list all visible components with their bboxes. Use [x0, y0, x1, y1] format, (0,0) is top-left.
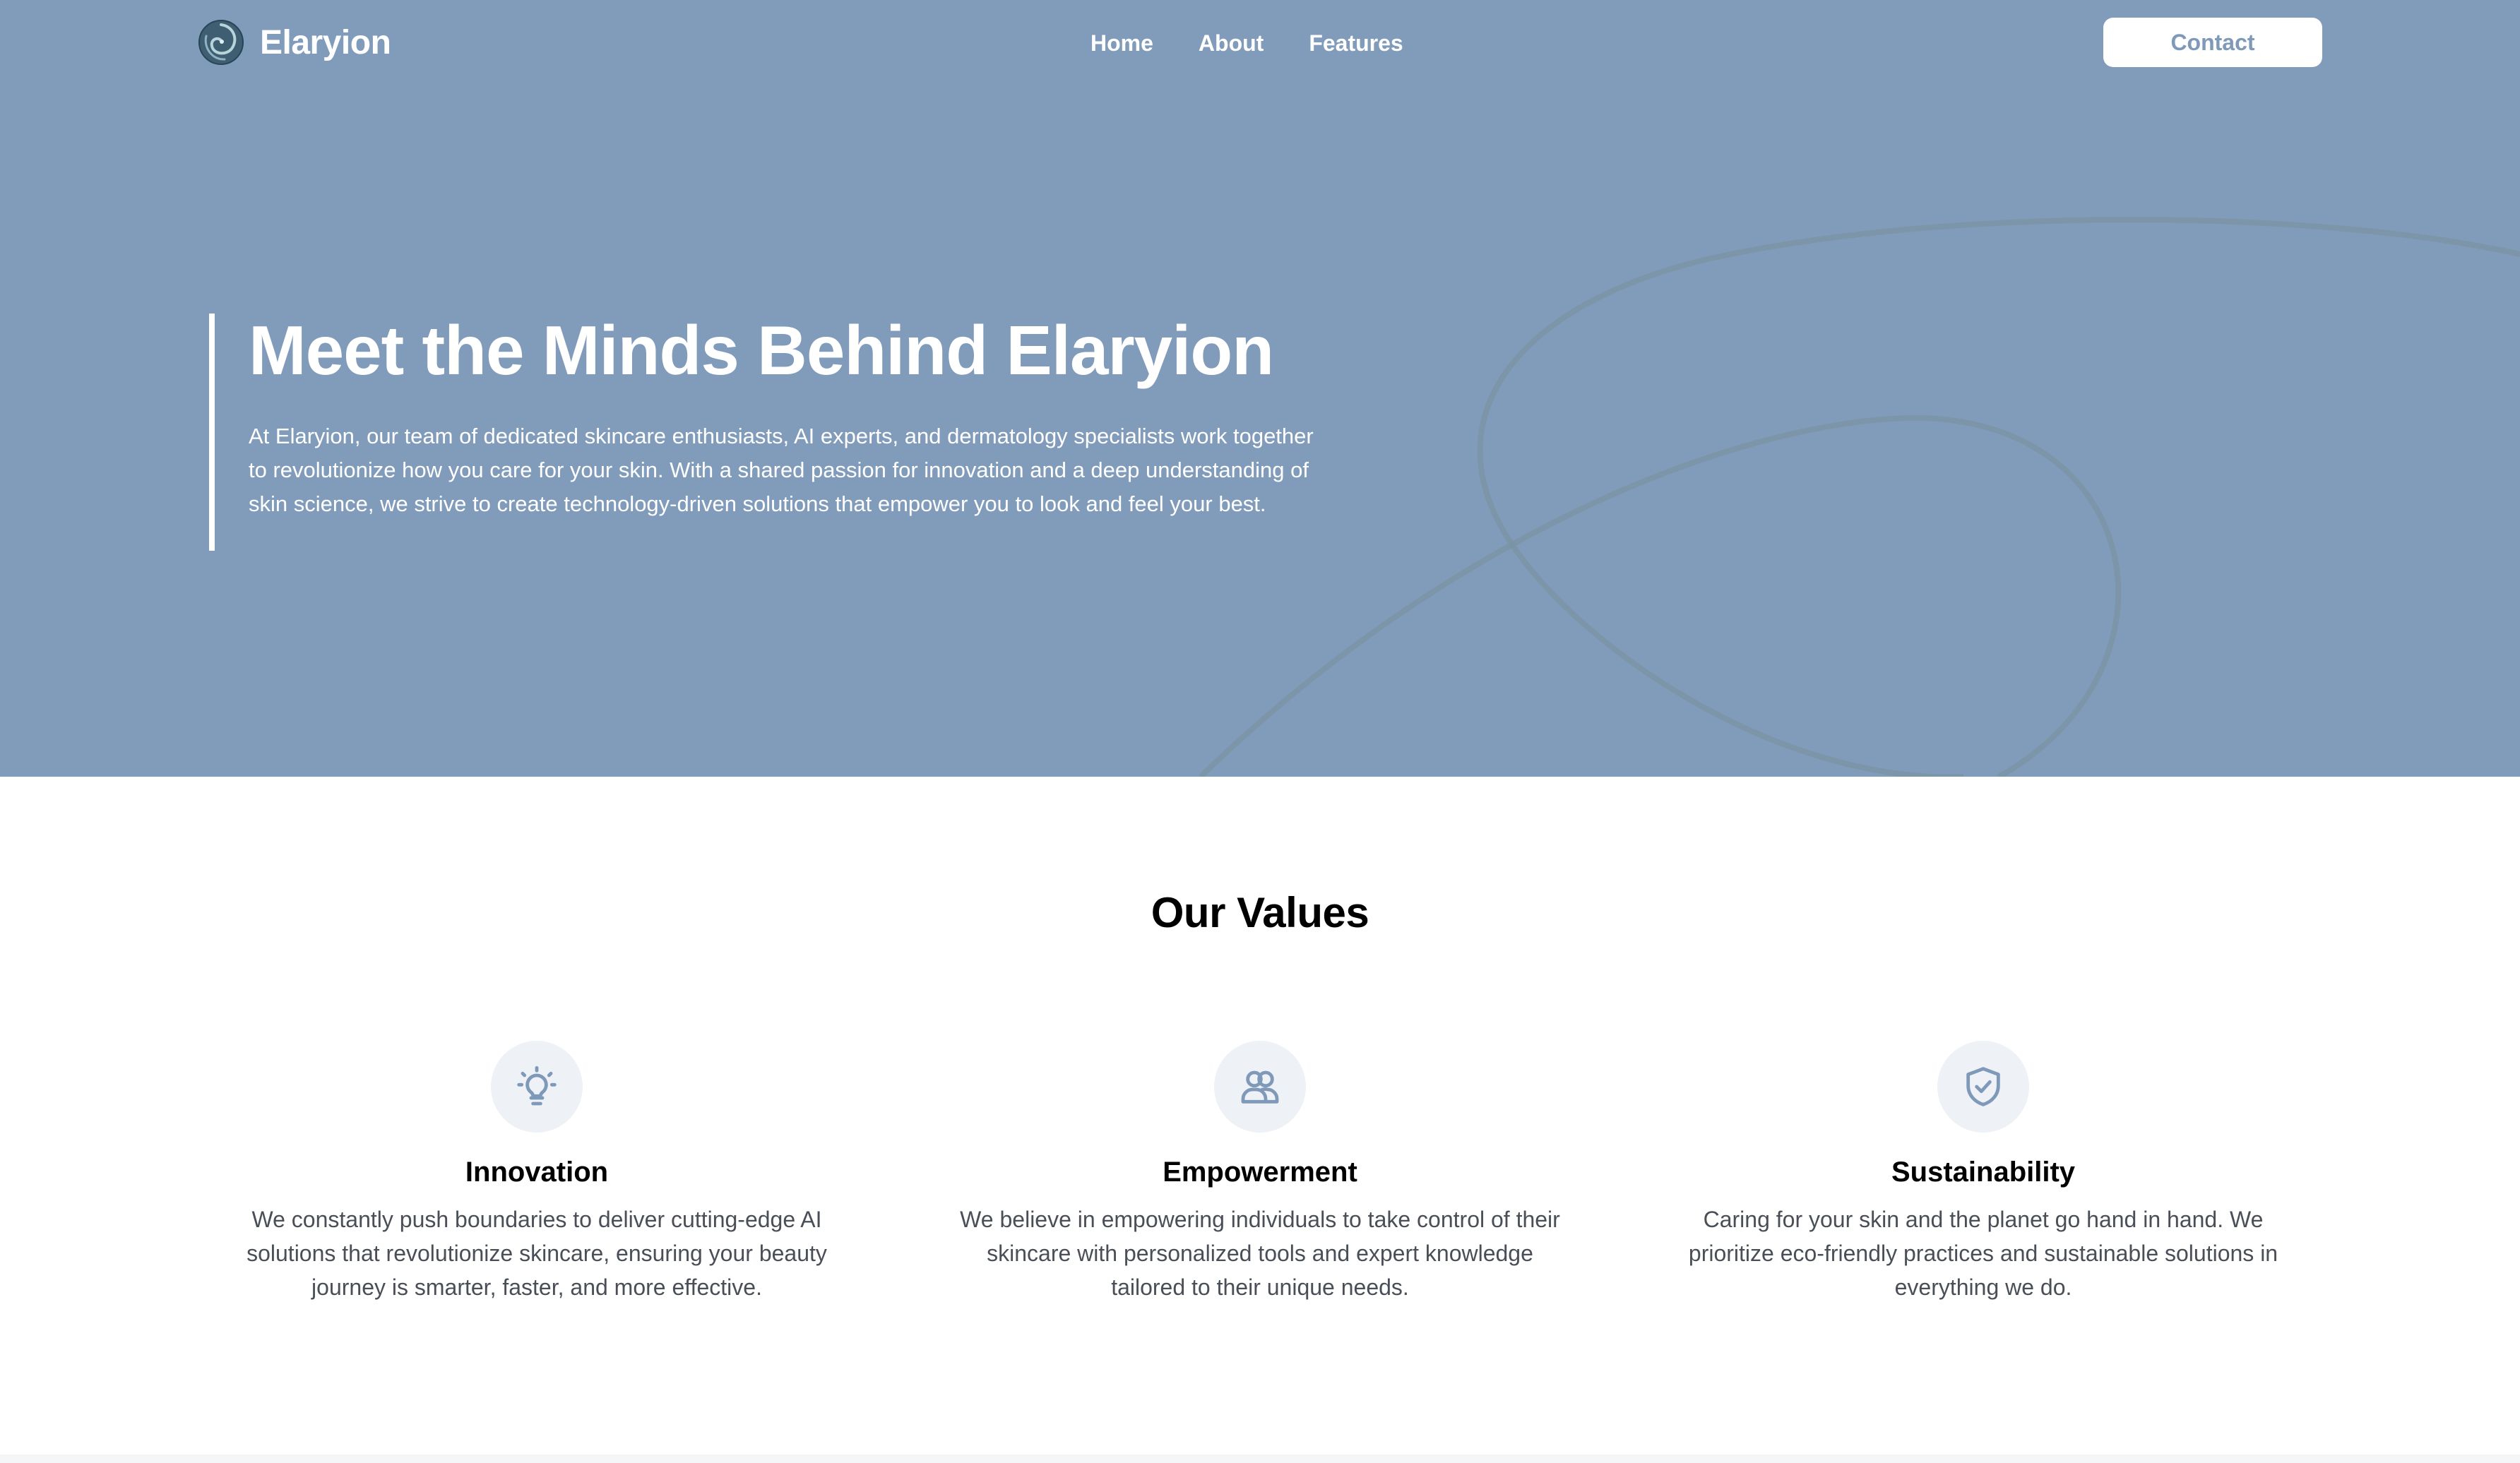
value-text: We believe in empowering individuals to … [960, 1207, 1560, 1300]
value-icon-wrapper [1937, 1041, 2029, 1133]
nav-link-about[interactable]: About [1199, 30, 1264, 56]
hero-section: Elaryion Home About Features Contact Mee… [0, 0, 2520, 777]
brand-name: Elaryion [260, 23, 391, 61]
page: Elaryion Home About Features Contact Mee… [0, 0, 2520, 1463]
value-heading: Sustainability [1891, 1157, 2076, 1188]
users-icon [1241, 1070, 1279, 1104]
value-text: We constantly push boundaries to deliver… [246, 1207, 827, 1300]
brand-home-link[interactable]: Elaryion [198, 18, 391, 66]
values-grid: Innovation We constantly push boundaries… [212, 1041, 2331, 1323]
value-card-innovation: Innovation We constantly push boundaries… [212, 1041, 862, 1304]
lightbulb-icon [517, 1065, 557, 1106]
value-icon-wrapper [491, 1041, 583, 1133]
nav-link-features[interactable]: Features [1309, 30, 1403, 56]
top-navbar: Elaryion Home About Features Contact [0, 0, 2520, 85]
value-icon-wrapper [1214, 1041, 1306, 1133]
footer-edge [0, 1455, 2520, 1463]
elaryion-logo-icon [198, 20, 244, 65]
value-heading: Empowerment [1163, 1157, 1357, 1188]
value-heading: Innovation [465, 1157, 609, 1188]
nav-links: Home About Features [1090, 25, 1403, 61]
contact-button[interactable]: Contact [2103, 18, 2322, 67]
hero-description: At Elaryion, our team of dedicated skinc… [249, 424, 1314, 516]
values-section-title: Our Values [1151, 889, 1369, 936]
value-card-empowerment: Empowerment We believe in empowering ind… [935, 1041, 1585, 1304]
nav-link-home[interactable]: Home [1090, 30, 1153, 56]
hero-content: Meet the Minds Behind Elaryion At Elaryi… [209, 311, 1314, 551]
shield-check-icon [1966, 1067, 2000, 1106]
value-text: Caring for your skin and the planet go h… [1688, 1207, 2278, 1300]
hero-title: Meet the Minds Behind Elaryion [249, 311, 1274, 389]
value-card-sustainability: Sustainability Caring for your skin and … [1658, 1041, 2308, 1304]
